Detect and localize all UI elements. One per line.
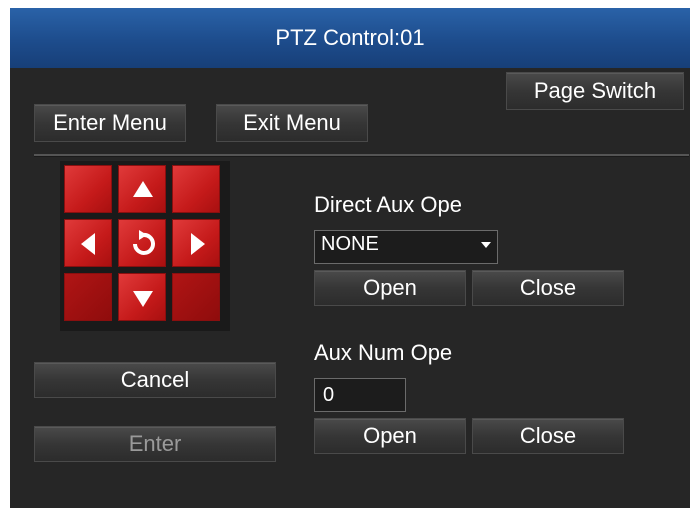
auto-rotate-button[interactable]: [118, 219, 166, 267]
ptz-control-window: PTZ Control:01 Page Switch Enter Menu Ex…: [10, 8, 690, 508]
pan-down-left-button[interactable]: [64, 273, 112, 321]
aux-num-label: Aux Num Ope: [314, 340, 453, 365]
direct-aux-label: Direct Aux Ope: [314, 192, 462, 217]
aux-num-close-button[interactable]: Close: [472, 418, 624, 454]
direct-aux-select[interactable]: NONE: [314, 230, 498, 264]
pan-right-button[interactable]: [172, 219, 220, 267]
cancel-button[interactable]: Cancel: [34, 362, 276, 398]
enter-button[interactable]: Enter: [34, 426, 276, 462]
pan-up-left-button[interactable]: [64, 165, 112, 213]
arrow-left-icon: [81, 233, 95, 255]
chevron-down-icon: [481, 242, 491, 248]
arrow-down-icon: [133, 291, 153, 307]
direct-aux-selected-value: NONE: [321, 233, 379, 255]
aux-num-open-button[interactable]: Open: [314, 418, 466, 454]
enter-menu-button[interactable]: Enter Menu: [34, 104, 186, 142]
pan-left-button[interactable]: [64, 219, 112, 267]
direct-aux-close-button[interactable]: Close: [472, 270, 624, 306]
page-switch-button[interactable]: Page Switch: [506, 72, 684, 110]
exit-menu-button[interactable]: Exit Menu: [216, 104, 368, 142]
tilt-down-button[interactable]: [118, 273, 166, 321]
aux-num-input[interactable]: 0: [314, 378, 406, 412]
pan-up-right-button[interactable]: [172, 165, 220, 213]
rotate-icon: [133, 230, 155, 255]
tilt-up-button[interactable]: [118, 165, 166, 213]
direct-aux-open-button[interactable]: Open: [314, 270, 466, 306]
window-title: PTZ Control:01: [10, 8, 690, 68]
divider: [34, 154, 689, 157]
arrow-right-icon: [191, 233, 205, 255]
arrow-up-icon: [133, 181, 153, 197]
pan-down-right-button[interactable]: [172, 273, 220, 321]
ptz-direction-pad: [60, 161, 230, 331]
